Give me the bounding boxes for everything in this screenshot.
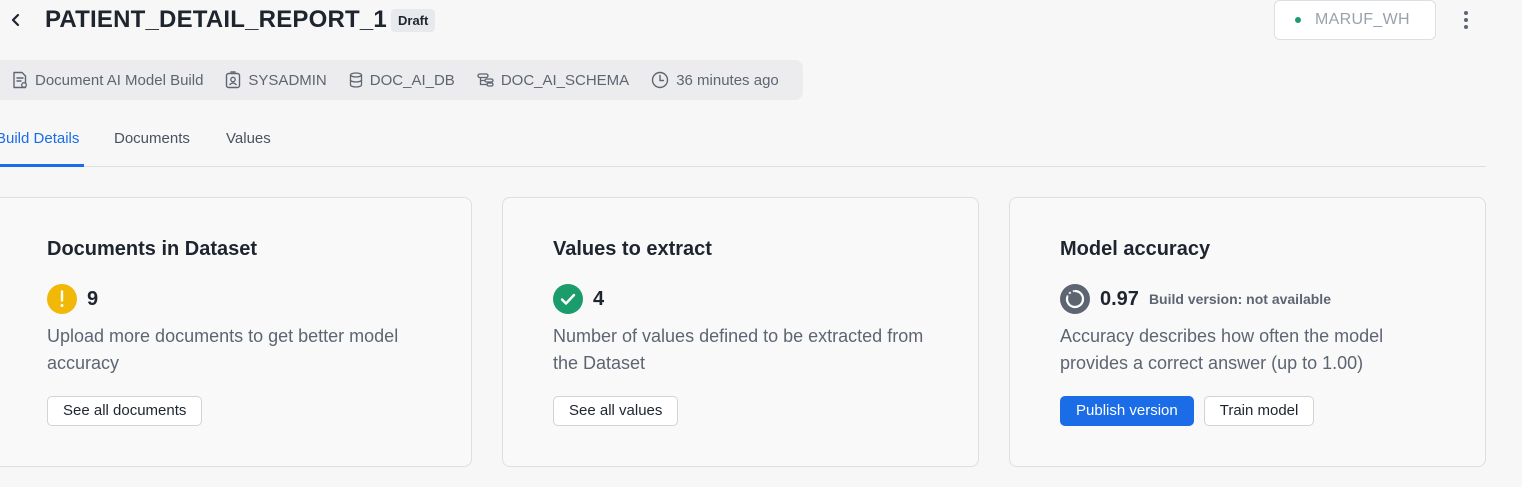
card-documents-in-dataset: Documents in Dataset 9 Upload more docum… <box>0 197 472 467</box>
meta-item-time: 36 minutes ago <box>651 71 779 89</box>
tab-values[interactable]: Values <box>226 130 271 147</box>
status-badge: Draft <box>391 9 436 32</box>
meta-text: Document AI Model Build <box>35 71 204 89</box>
card-actions: Publish version Train model <box>1060 396 1315 426</box>
meta-item-schema: DOC_AI_SCHEMA <box>477 72 629 89</box>
card-actions: See all documents <box>47 396 203 426</box>
card-values-to-extract: Values to extract 4 Number of values def… <box>502 197 979 467</box>
database-icon <box>349 72 362 88</box>
stat-value: 9 <box>87 287 99 310</box>
kebab-dot-icon <box>1464 25 1468 29</box>
page-title: PATIENT_DETAIL_REPORT_1 <box>45 6 387 33</box>
see-all-values-button[interactable]: See all values <box>553 396 679 426</box>
card-title: Values to extract <box>553 238 712 260</box>
card-stat: 9 <box>47 284 98 314</box>
status-dot-icon <box>1295 17 1301 23</box>
warning-icon <box>47 284 77 314</box>
active-tab-indicator <box>0 164 84 167</box>
card-stat: 0.97 Build version: not available <box>1060 284 1331 314</box>
tab-documents[interactable]: Documents <box>114 130 190 147</box>
meta-text: DOC_AI_SCHEMA <box>500 71 630 89</box>
card-model-accuracy: Model accuracy 0.97 Build version: not a… <box>1009 197 1486 467</box>
user-badge-icon <box>226 71 241 89</box>
card-description: Number of values defined to be extracted… <box>553 326 924 373</box>
meta-item-role: SYSADMIN <box>225 71 327 89</box>
schema-icon <box>477 73 494 87</box>
chevron-left-icon <box>11 13 20 27</box>
card-title: Model accuracy <box>1060 238 1211 260</box>
page: PATIENT_DETAIL_REPORT_1 Draft MARUF_WH D… <box>0 0 1522 487</box>
warehouse-label: MARUF_WH <box>1315 11 1410 28</box>
metadata-bar: Document AI Model Build SYSADMIN DOC_AI_… <box>0 60 803 100</box>
document-icon <box>13 71 27 89</box>
tab-build-details[interactable]: Build Details <box>0 130 79 147</box>
meta-text: 36 minutes ago <box>676 71 779 89</box>
card-description: Upload more documents to get better mode… <box>47 326 399 373</box>
back-button[interactable] <box>6 10 26 30</box>
check-icon <box>553 284 583 314</box>
stat-value: 4 <box>593 287 605 310</box>
kebab-dot-icon <box>1464 11 1468 15</box>
meta-item-type: Document AI Model Build <box>12 71 203 89</box>
stat-value: 0.97 <box>1100 287 1139 310</box>
kebab-dot-icon <box>1464 18 1468 22</box>
publish-version-button[interactable]: Publish version <box>1060 396 1194 426</box>
see-all-documents-button[interactable]: See all documents <box>47 396 203 426</box>
progress-ring-icon <box>1060 284 1090 314</box>
card-actions: See all values <box>553 396 679 426</box>
build-version-note: Build version: not available <box>1148 291 1331 307</box>
meta-item-database: DOC_AI_DB <box>349 72 455 89</box>
card-stat: 4 <box>553 284 604 314</box>
meta-text: SYSADMIN <box>248 71 327 89</box>
card-description: Accuracy describes how often the model p… <box>1060 326 1384 373</box>
tab-bar: Build Details Documents Values <box>0 118 1486 167</box>
more-options-button[interactable] <box>1455 8 1477 32</box>
card-title: Documents in Dataset <box>47 238 258 260</box>
train-model-button[interactable]: Train model <box>1203 396 1315 426</box>
warehouse-selector[interactable]: MARUF_WH <box>1274 0 1436 40</box>
clock-icon <box>651 71 669 89</box>
meta-text: DOC_AI_DB <box>369 71 455 89</box>
